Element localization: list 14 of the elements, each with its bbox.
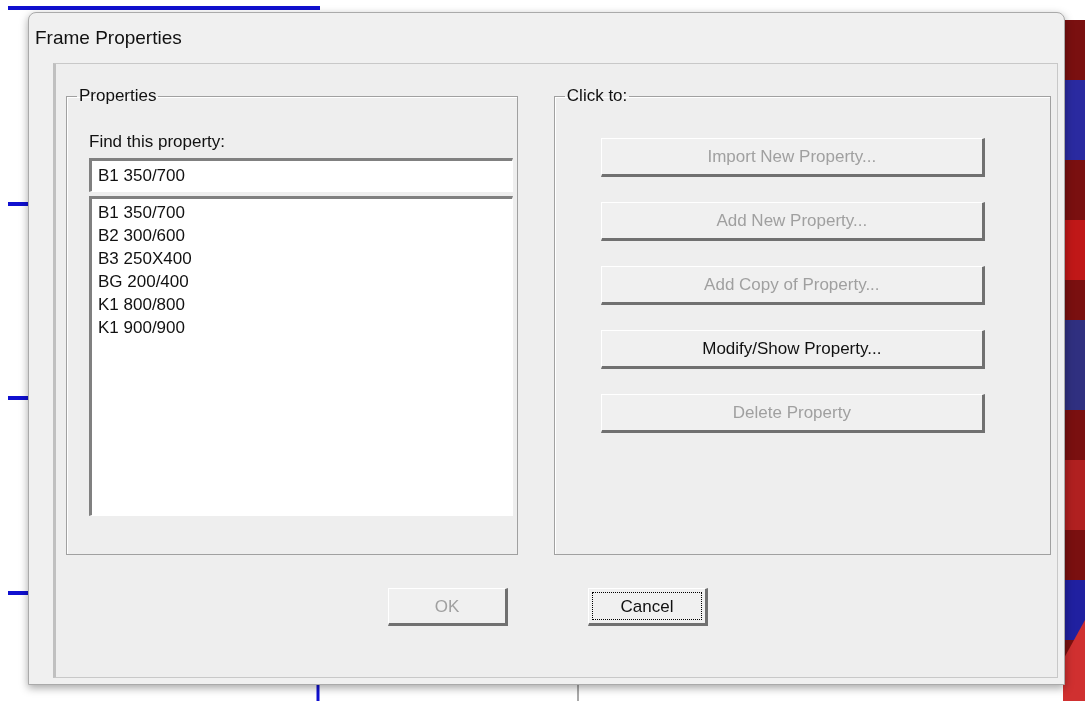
- list-item[interactable]: B1 350/700: [98, 201, 506, 224]
- group-label: Properties: [78, 86, 158, 106]
- list-item[interactable]: B2 300/600: [98, 224, 506, 247]
- list-item[interactable]: K1 800/800: [98, 293, 506, 316]
- search-field[interactable]: B1 350/700: [89, 158, 513, 192]
- action-button[interactable]: Modify/Show Property...: [600, 330, 985, 369]
- list-item[interactable]: BG 200/400: [98, 270, 506, 293]
- group-label: Click to:: [565, 86, 629, 106]
- list-item[interactable]: B3 250X400: [98, 247, 506, 270]
- dialog-button[interactable]: Cancel: [588, 588, 708, 626]
- property-list[interactable]: B1 350/700 B2 300/600 B3 250X400 BG 200/400 K1 800/800 K1 900/900: [89, 196, 513, 516]
- list-item[interactable]: K1 900/900: [98, 316, 506, 339]
- window-title: Frame Properties: [34, 26, 183, 50]
- find-label: Find this property:: [89, 132, 227, 152]
